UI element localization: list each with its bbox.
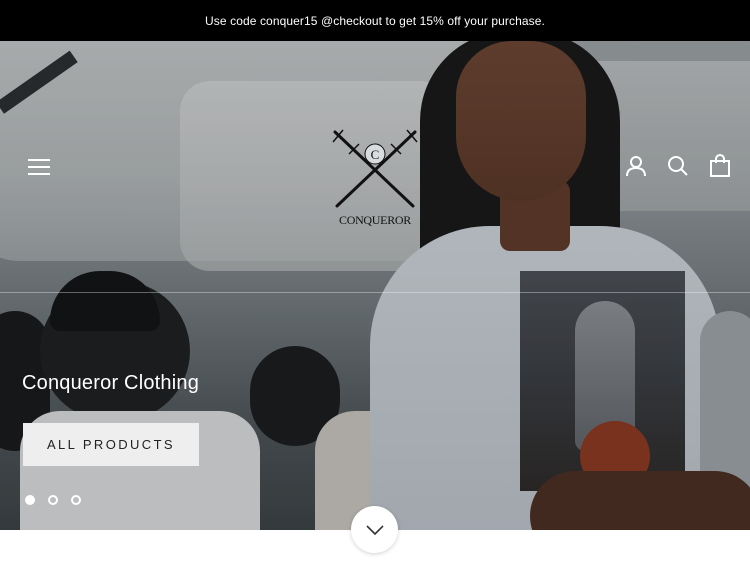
announcement-text: Use code conquer15 @checkout to get 15% …	[205, 13, 545, 28]
hero-title: Conqueror Clothing	[22, 372, 200, 394]
chevron-down-icon	[365, 524, 384, 535]
slide-dot-3[interactable]	[71, 495, 81, 505]
scroll-down-button[interactable]	[351, 506, 398, 553]
logo-monogram: C	[371, 147, 380, 162]
site-logo[interactable]: C CONQUEROR	[325, 124, 425, 232]
logo-text: CONQUEROR	[339, 213, 411, 227]
slide-dot-1[interactable]	[25, 495, 35, 505]
slide-dot-2[interactable]	[48, 495, 58, 505]
announcement-bar: Use code conquer15 @checkout to get 15% …	[0, 0, 750, 41]
all-products-button[interactable]: ALL PRODUCTS	[23, 423, 199, 466]
account-icon[interactable]	[624, 154, 648, 178]
header-icons	[624, 154, 732, 180]
hero-content: Conqueror Clothing	[22, 372, 199, 395]
hamburger-menu-icon[interactable]	[26, 156, 52, 178]
site-header: C CONQUEROR	[0, 41, 750, 293]
cart-bag-icon[interactable]	[708, 154, 732, 178]
search-icon[interactable]	[666, 154, 690, 178]
crossed-swords-logo-icon: C	[332, 129, 418, 208]
slideshow-dots	[25, 495, 81, 505]
